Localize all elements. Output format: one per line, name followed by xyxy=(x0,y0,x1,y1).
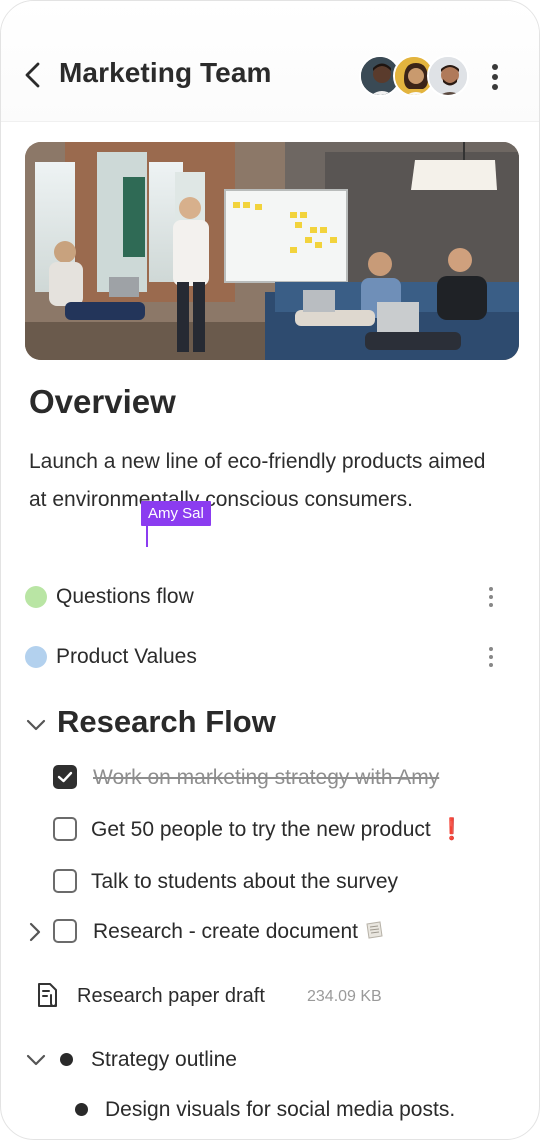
task-item[interactable]: Talk to students about the survey xyxy=(53,867,513,897)
document-emoji-icon xyxy=(366,921,383,939)
tag-row-product-values[interactable]: Product Values xyxy=(25,642,505,672)
bullet-icon xyxy=(60,1053,73,1066)
file-clip-icon xyxy=(38,983,57,1008)
app-screen: Marketing Team Overview Launch a new lin… xyxy=(0,0,540,1140)
file-size: 234.09 KB xyxy=(307,988,382,1005)
task-item[interactable]: Research - create document xyxy=(53,917,513,947)
task-label: Research - create document xyxy=(93,920,358,943)
file-name: Research paper draft xyxy=(77,985,265,1007)
chevron-right-icon[interactable] xyxy=(25,921,45,943)
tag-label: Product Values xyxy=(56,645,197,668)
outline-item[interactable]: Strategy outline xyxy=(91,1045,237,1075)
task-label-wrap: Research - create document xyxy=(93,917,384,947)
outline-item[interactable]: Design visuals for social media posts. xyxy=(105,1095,455,1125)
chevron-down-icon[interactable] xyxy=(25,714,47,736)
task-label-wrap: Get 50 people to try the new product ❗ xyxy=(91,815,465,845)
section-heading-research-flow: Research Flow xyxy=(57,704,276,739)
page-title: Marketing Team xyxy=(59,57,272,88)
checkbox[interactable] xyxy=(53,869,77,893)
task-item[interactable]: Work on marketing strategy with Amy xyxy=(53,763,513,793)
tag-label: Questions flow xyxy=(56,585,194,608)
file-attachment[interactable]: Research paper draft 234.09 KB xyxy=(35,981,495,1011)
more-vertical-icon[interactable] xyxy=(487,646,495,668)
collaborator-cursor xyxy=(146,524,148,547)
team-meeting-photo xyxy=(25,142,519,360)
priority-flag: ❗ xyxy=(438,818,465,841)
bullet-icon xyxy=(75,1103,88,1116)
section-heading-overview: Overview xyxy=(29,383,176,420)
chevron-down-icon[interactable] xyxy=(25,1049,47,1071)
checkbox[interactable] xyxy=(53,919,77,943)
collaborator-cursor-label: Amy Sal xyxy=(141,501,211,526)
member-avatars[interactable] xyxy=(359,55,471,99)
member-avatar-3[interactable] xyxy=(427,55,469,97)
tag-color-dot xyxy=(25,586,47,608)
tag-row-questions-flow[interactable]: Questions flow xyxy=(25,582,505,612)
top-bar: Marketing Team xyxy=(1,1,539,122)
checkbox-checked[interactable] xyxy=(53,765,77,789)
tag-color-dot xyxy=(25,646,47,668)
checkbox[interactable] xyxy=(53,817,77,841)
overview-description[interactable]: Launch a new line of eco-friendly produc… xyxy=(29,443,499,518)
task-label: Talk to students about the survey xyxy=(91,870,399,893)
task-label: Work on marketing strategy with Amy xyxy=(93,766,440,789)
more-vertical-icon[interactable] xyxy=(487,586,495,608)
chevron-left-icon[interactable] xyxy=(21,61,45,89)
task-item[interactable]: Get 50 people to try the new product ❗ xyxy=(53,815,513,845)
more-vertical-icon[interactable] xyxy=(487,62,503,92)
task-label: Get 50 people to try the new product xyxy=(91,818,431,841)
